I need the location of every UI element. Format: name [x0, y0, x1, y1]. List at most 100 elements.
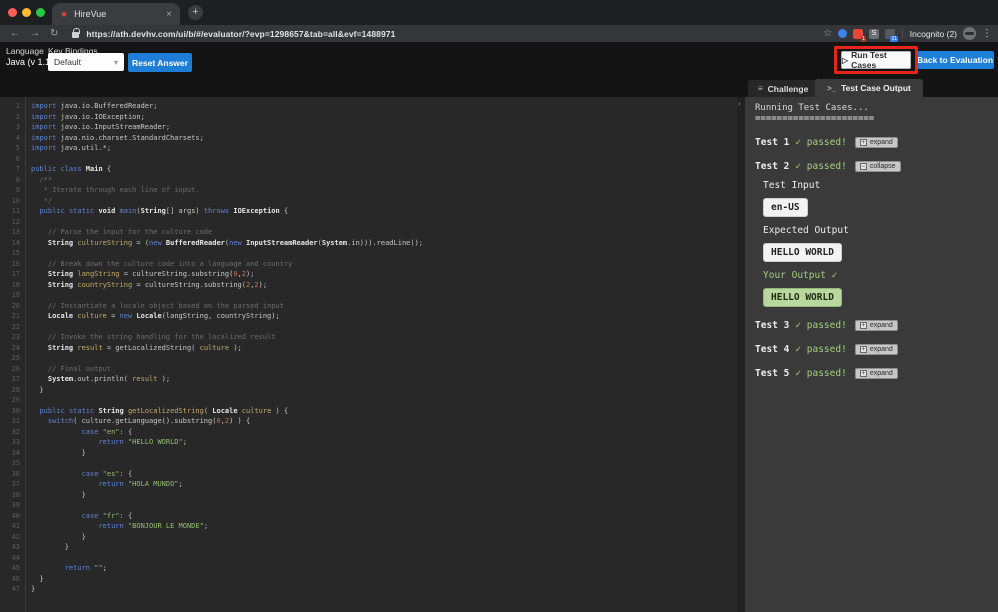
code-line[interactable]: import java.nio.charset.StandardCharsets…: [31, 133, 423, 144]
code-line[interactable]: public static void main(String[] args) t…: [31, 206, 423, 217]
code-line[interactable]: }: [31, 574, 423, 585]
code-line[interactable]: public static String getLocalizedString(…: [31, 406, 423, 417]
code-editor[interactable]: 1234567891011121314151617181920212223242…: [0, 97, 737, 612]
editor-code[interactable]: import java.io.BufferedReader;import jav…: [26, 97, 423, 612]
code-line[interactable]: }: [31, 385, 423, 396]
panel-divider[interactable]: ›: [737, 97, 745, 612]
code-line[interactable]: import java.io.BufferedReader;: [31, 101, 423, 112]
code-line[interactable]: [31, 353, 423, 364]
code-token: new: [120, 312, 137, 320]
expand-button[interactable]: +expand: [855, 137, 898, 148]
keybindings-select[interactable]: Default ▾: [48, 53, 124, 71]
code-line[interactable]: import java.io.IOException;: [31, 112, 423, 123]
code-line[interactable]: }: [31, 490, 423, 501]
code-line[interactable]: [31, 248, 423, 259]
code-line[interactable]: return "BONJOUR LE MONDE";: [31, 521, 423, 532]
toggle-icon: −: [860, 163, 867, 170]
code-token: java.nio.charset.StandardCharsets;: [61, 134, 204, 142]
code-line[interactable]: [31, 458, 423, 469]
expand-button[interactable]: +expand: [855, 320, 898, 331]
code-line[interactable]: String result = getLocalizedString( cult…: [31, 343, 423, 354]
code-line[interactable]: // Invoke the string handling for the lo…: [31, 332, 423, 343]
code-line[interactable]: * Iterate through each line of input.: [31, 185, 423, 196]
code-token: [31, 239, 48, 247]
code-line[interactable]: public class Main {: [31, 164, 423, 175]
code-line[interactable]: [31, 500, 423, 511]
window-minimize-button[interactable]: [22, 8, 31, 17]
code-line[interactable]: Locale culture = new Locale(langString, …: [31, 311, 423, 322]
line-number: 42: [0, 532, 25, 543]
code-token: {: [103, 165, 111, 173]
code-token: "fr": [103, 512, 120, 520]
code-line[interactable]: }: [31, 542, 423, 553]
extension-s-icon[interactable]: S: [869, 29, 879, 39]
run-test-cases-button[interactable]: ▷ Run Test Cases: [841, 51, 911, 69]
new-tab-button[interactable]: +: [188, 5, 203, 20]
back-to-evaluation-button[interactable]: Back to Evaluation: [916, 51, 994, 69]
tab-test-case-output[interactable]: >_ Test Case Output: [815, 79, 923, 97]
tab-challenge[interactable]: ≡ Challenge: [748, 80, 818, 97]
code-line[interactable]: String cultureString = (new BufferedRead…: [31, 238, 423, 249]
window-zoom-button[interactable]: [36, 8, 45, 17]
expand-button[interactable]: +expand: [855, 344, 898, 355]
code-line[interactable]: return "";: [31, 563, 423, 574]
extension-gray-icon[interactable]: 11: [885, 29, 895, 39]
code-line[interactable]: import java.util.*;: [31, 143, 423, 154]
code-token: [31, 428, 82, 436]
line-number: 34: [0, 448, 25, 459]
code-line[interactable]: // Final output: [31, 364, 423, 375]
browser-menu-icon[interactable]: ⋮: [982, 28, 992, 39]
code-line[interactable]: switch( culture.getLanguage().substring(…: [31, 416, 423, 427]
code-line[interactable]: return "HOLA MUNDO";: [31, 479, 423, 490]
collapse-button[interactable]: −collapse: [855, 161, 901, 172]
code-line[interactable]: [31, 154, 423, 165]
reload-icon[interactable]: ↻: [50, 28, 58, 39]
lock-icon: [72, 32, 79, 38]
window-close-button[interactable]: [8, 8, 17, 17]
code-line[interactable]: [31, 553, 423, 564]
url-field[interactable]: https://ath.devhv.com/ui/b/#/evaluator/?…: [86, 29, 395, 39]
code-line[interactable]: [31, 322, 423, 333]
code-line[interactable]: [31, 290, 423, 301]
code-token: ;: [204, 522, 208, 530]
browser-tab[interactable]: ★ HireVue ×: [52, 3, 180, 25]
code-line[interactable]: String countryString = cultureString.sub…: [31, 280, 423, 291]
code-token: }: [31, 585, 35, 593]
collapse-chevron-icon[interactable]: ›: [738, 99, 741, 108]
code-token: case: [82, 470, 103, 478]
forward-icon[interactable]: →: [30, 28, 40, 39]
code-line[interactable]: }: [31, 584, 423, 595]
play-icon: ▷: [842, 56, 848, 65]
extension-blue-icon[interactable]: [838, 29, 847, 38]
code-line[interactable]: [31, 217, 423, 228]
tab-close-icon[interactable]: ×: [166, 9, 172, 20]
expand-button[interactable]: +expand: [855, 368, 898, 379]
code-line[interactable]: case "en": {: [31, 427, 423, 438]
extension-red-icon[interactable]: 1: [853, 29, 863, 39]
bookmark-icon[interactable]: ☆: [823, 28, 832, 39]
code-line[interactable]: /**: [31, 175, 423, 186]
code-line[interactable]: import java.io.InputStreamReader;: [31, 122, 423, 133]
code-token: =: [107, 312, 120, 320]
code-token: {: [280, 207, 288, 215]
code-line[interactable]: // Parse the input for the culture code: [31, 227, 423, 238]
code-token: "en": [103, 428, 120, 436]
code-token: [31, 417, 48, 425]
code-line[interactable]: System.out.println( result );: [31, 374, 423, 385]
test-name: Test 5: [755, 368, 789, 379]
code-line[interactable]: [31, 395, 423, 406]
code-line[interactable]: // Break down the culture code into a la…: [31, 259, 423, 270]
code-line[interactable]: case "es": {: [31, 469, 423, 480]
code-line[interactable]: String langString = cultureString.substr…: [31, 269, 423, 280]
code-token: = (: [132, 239, 149, 247]
code-line[interactable]: return "HELLO WORLD";: [31, 437, 423, 448]
code-line[interactable]: // Instantiate a locale object based on …: [31, 301, 423, 312]
code-line[interactable]: */: [31, 196, 423, 207]
test-detail: Test Inputen-USExpected OutputHELLO WORL…: [763, 180, 998, 307]
code-line[interactable]: }: [31, 448, 423, 459]
back-icon[interactable]: ←: [10, 28, 20, 39]
code-line[interactable]: }: [31, 532, 423, 543]
reset-answer-button[interactable]: Reset Answer: [128, 53, 192, 72]
incognito-avatar[interactable]: [963, 27, 976, 40]
code-line[interactable]: case "fr": {: [31, 511, 423, 522]
